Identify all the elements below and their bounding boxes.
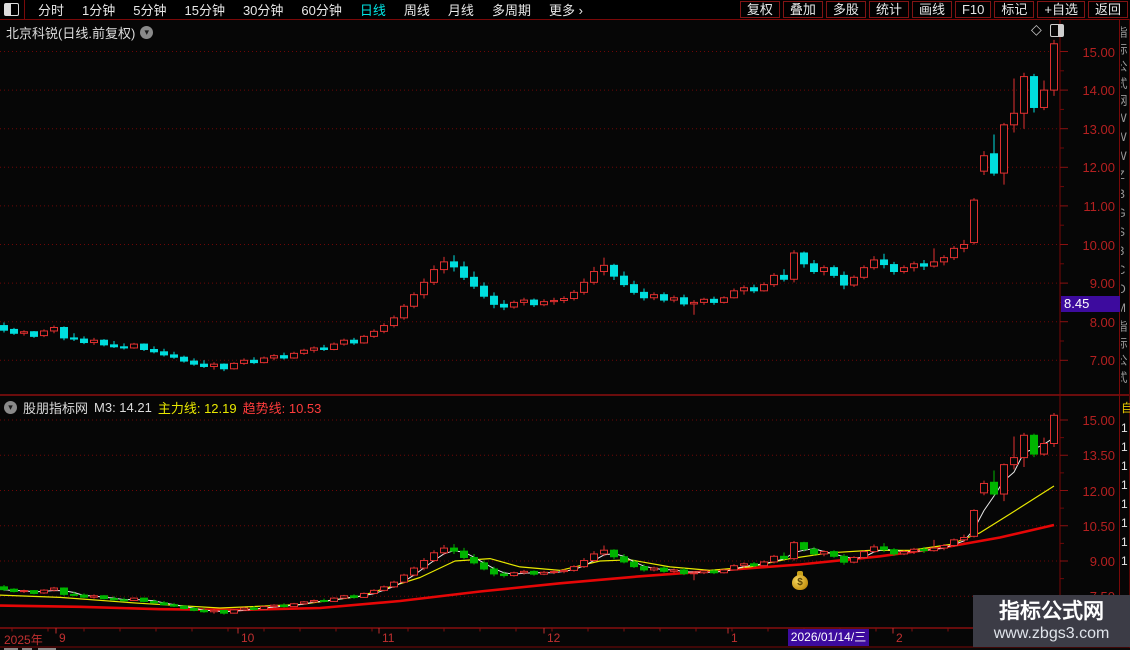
site-watermark: 指标公式网 www.zbgs3.com <box>973 595 1130 647</box>
toolbar-button-叠加[interactable]: 叠加 <box>782 1 823 18</box>
chevron-down-icon[interactable]: ▾ <box>4 401 17 414</box>
timeframe-tab-周线[interactable]: 周线 <box>395 3 439 18</box>
price-axis-label: 13.00 <box>1082 121 1115 137</box>
indicator-header: ▾ 股朋指标网 M3: 14.21 主力线: 12.19 趋势线: 10.53 <box>4 398 321 417</box>
watermark-title: 指标公式网 <box>999 599 1104 623</box>
timeframe-tabs: 分时 1分钟 5分钟 15分钟 30分钟 60分钟 日线 周线 月线 多周期 更多 › <box>29 0 592 20</box>
strip-tab-label: 自 <box>1121 401 1130 415</box>
x-axis-month-label: 12 <box>547 631 561 645</box>
right-edge-vertical-text: 指标公式网WWWZBGS3COM指标公式网 <box>1121 26 1128 388</box>
strip-price-digit: 1 <box>1121 478 1128 492</box>
stock-title-label: 北京科锐(日线.前复权) <box>6 26 136 41</box>
x-axis-month-label: 2 <box>896 631 903 645</box>
current-price-tag: 8.45 <box>1061 296 1120 312</box>
diamond-marker: ◇ <box>1031 21 1042 37</box>
price-axis-label: 12.00 <box>1082 160 1115 176</box>
top-toolbar: 分时 1分钟 5分钟 15分钟 30分钟 60分钟 日线 周线 月线 多周期 更多 › 复权 叠加 多股… <box>0 0 1130 19</box>
timeframe-tab-5分钟[interactable]: 5分钟 <box>124 3 175 18</box>
chevron-down-icon[interactable]: ▾ <box>140 26 154 39</box>
gridlines <box>0 51 1059 597</box>
price-axis-label: 13.50 <box>1082 448 1115 464</box>
timeframe-tab-15分钟[interactable]: 15分钟 <box>175 3 233 18</box>
layout-window-icon[interactable] <box>4 3 19 16</box>
indicator-m3-value: M3: 14.21 <box>94 400 152 415</box>
toolbar-divider <box>24 0 25 19</box>
timeframe-tab-1分钟[interactable]: 1分钟 <box>73 3 124 18</box>
x-axis-year-label: 2025年 <box>4 633 43 647</box>
price-axis-label: 10.00 <box>1082 237 1115 253</box>
toolbar-button-标记[interactable]: 标记 <box>994 1 1035 18</box>
toolbar-button-多股[interactable]: 多股 <box>825 1 866 18</box>
toolbar-button-复权[interactable]: 复权 <box>739 1 780 18</box>
x-axis-month-label: 11 <box>382 631 395 645</box>
strip-price-digit: 1 <box>1121 554 1128 568</box>
x-axis-month-label: 10 <box>241 631 255 645</box>
timeframe-tab-日线[interactable]: 日线 <box>351 3 395 18</box>
price-axis-label: 14.00 <box>1082 83 1115 99</box>
timeframe-tab-月线[interactable]: 月线 <box>439 3 483 18</box>
price-axis-label: 15.00 <box>1082 44 1115 60</box>
timeframe-tab-30分钟[interactable]: 30分钟 <box>234 3 292 18</box>
toolbar-button-统计[interactable]: 统计 <box>868 1 909 18</box>
price-axis-label: 8.00 <box>1089 314 1115 330</box>
app-window: 分时 1分钟 5分钟 15分钟 30分钟 60分钟 日线 周线 月线 多周期 更多 › 复权 叠加 多股… <box>0 0 1130 650</box>
strip-price-digit: 1 <box>1121 459 1128 473</box>
highlighted-date-tag: 2026/01/14/三 <box>788 629 869 646</box>
strip-price-digit: 1 <box>1121 497 1128 511</box>
x-axis-month-label: 9 <box>59 631 66 645</box>
price-axis-label: 12.00 <box>1082 483 1115 499</box>
strip-price-digit: 1 <box>1121 421 1128 435</box>
price-axis-label: 11.00 <box>1083 198 1115 214</box>
moneybag-signal-icon: $ <box>791 571 809 591</box>
price-axis-label: 9.00 <box>1089 276 1115 292</box>
watermark-url: www.zbgs3.com <box>993 624 1110 642</box>
timeframe-tab-多周期[interactable]: 多周期 <box>483 3 540 18</box>
price-chart-canvas <box>0 0 1130 650</box>
indicator-candles-layer <box>0 412 1058 615</box>
chart-title: 北京科锐(日线.前复权) ▾ <box>6 23 154 42</box>
timeframe-tab-分时[interactable]: 分时 <box>29 3 73 18</box>
toolbar-button-+自选[interactable]: +自选 <box>1037 1 1085 18</box>
price-axis-label: 9.00 <box>1089 554 1115 569</box>
panel-borders <box>0 0 1130 650</box>
timeframe-tab-更多 ›[interactable]: 更多 › <box>540 3 592 18</box>
toolbar-button-画线[interactable]: 画线 <box>911 1 952 18</box>
x-axis-month-label: 1 <box>731 631 738 645</box>
indicator-name[interactable]: 股朋指标网 <box>23 398 88 417</box>
toolbar-button-F10[interactable]: F10 <box>954 1 992 18</box>
strip-price-digit: 1 <box>1121 535 1128 549</box>
timeframe-tab-60分钟[interactable]: 60分钟 <box>292 3 350 18</box>
indicator-zhuli-value: 主力线: 12.19 <box>157 401 237 416</box>
strip-price-digit: 1 <box>1121 440 1128 454</box>
price-axis-label: 7.00 <box>1089 353 1115 369</box>
price-axis-label: 15.00 <box>1082 413 1115 428</box>
indicator-lines <box>0 437 1055 613</box>
toolbar-button-返回[interactable]: 返回 <box>1087 1 1128 18</box>
toolbar-right-buttons: 复权 叠加 多股 统计 画线 F10 标记 +自选 返回 <box>737 1 1130 18</box>
right-edge-quote-strip: 自 1 1 1 1 1 1 1 1 <box>1121 399 1130 624</box>
price-axis-label: 10.50 <box>1082 518 1115 534</box>
indicator-qushi-value: 趋势线: 10.53 <box>242 401 322 416</box>
strip-price-digit: 1 <box>1121 516 1128 530</box>
maximize-panel-icon[interactable] <box>1050 24 1064 37</box>
